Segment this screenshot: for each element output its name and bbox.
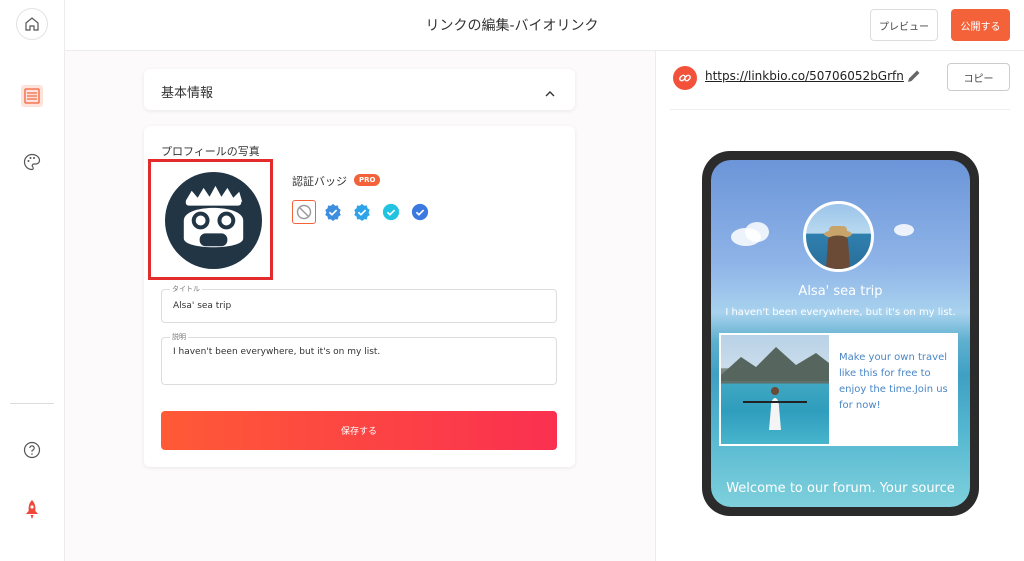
badge-options <box>292 200 438 224</box>
copy-button[interactable]: コピー <box>947 63 1010 91</box>
profile-card: プロフィールの写真 認証バッジ PRO タイトル Alsa' sea trip … <box>144 126 575 467</box>
preview-avatar <box>803 201 874 272</box>
basic-info-label: 基本情報 <box>161 86 214 101</box>
description-field-value[interactable]: I haven't been everywhere, but it's on m… <box>173 347 380 357</box>
palette-icon[interactable] <box>16 146 48 178</box>
promo-text: Make your own travel like this for free … <box>839 352 948 411</box>
promo-image <box>721 335 829 444</box>
rocket-icon[interactable] <box>16 494 48 526</box>
phone-preview: Alsa' sea trip I haven't been everywhere… <box>702 151 979 516</box>
preview-panel: https://linkbio.co/50706052bGrfn コピー Als… <box>655 51 1024 561</box>
preview-divider <box>670 109 1010 110</box>
phone-screen: Alsa' sea trip I haven't been everywhere… <box>711 160 970 507</box>
verified-sky-icon[interactable] <box>351 201 373 223</box>
help-icon[interactable] <box>16 434 48 466</box>
cloud-decoration <box>745 222 769 242</box>
profile-avatar-icon <box>164 171 263 270</box>
preview-name: Alsa' sea trip <box>798 284 883 299</box>
description-field[interactable]: 説明 I haven't been everywhere, but it's o… <box>161 332 557 385</box>
verification-badge-label: 認証バッジ <box>292 175 347 188</box>
sidebar-divider <box>10 403 54 404</box>
pencil-icon[interactable] <box>906 68 922 88</box>
pro-badge: PRO <box>354 174 381 186</box>
bio-link-url[interactable]: https://linkbio.co/50706052bGrfn <box>705 69 904 83</box>
save-button[interactable]: 保存する <box>161 411 557 450</box>
verified-blue-icon[interactable] <box>322 201 344 223</box>
title-field-value[interactable]: Alsa' sea trip <box>173 301 231 311</box>
basic-info-section[interactable]: 基本情報 <box>144 69 575 110</box>
title-field-label: タイトル <box>170 284 202 294</box>
preview-button[interactable]: プレビュー <box>870 9 938 41</box>
title-field[interactable]: タイトル Alsa' sea trip <box>161 284 557 323</box>
left-sidebar <box>0 0 65 561</box>
link-icon <box>673 66 697 90</box>
top-header: リンクの編集-バイオリンク プレビュー 公開する <box>65 0 1024 51</box>
preview-welcome-text: Welcome to our forum. Your source <box>726 481 955 496</box>
description-field-label: 説明 <box>170 332 188 342</box>
no-badge-icon[interactable] <box>292 200 316 224</box>
verified-circle-icon[interactable] <box>409 201 431 223</box>
cloud-decoration <box>894 224 914 236</box>
chevron-up-icon[interactable] <box>545 83 555 102</box>
profile-photo-highlight[interactable] <box>148 159 273 280</box>
publish-button[interactable]: 公開する <box>951 9 1010 41</box>
preview-description: I haven't been everywhere, but it's on m… <box>725 307 956 318</box>
verified-cyan-icon[interactable] <box>380 201 402 223</box>
page-icon[interactable] <box>16 80 48 112</box>
profile-photo-label: プロフィールの写真 <box>161 145 260 158</box>
preview-promo-block[interactable]: Make your own travel like this for free … <box>719 333 958 446</box>
